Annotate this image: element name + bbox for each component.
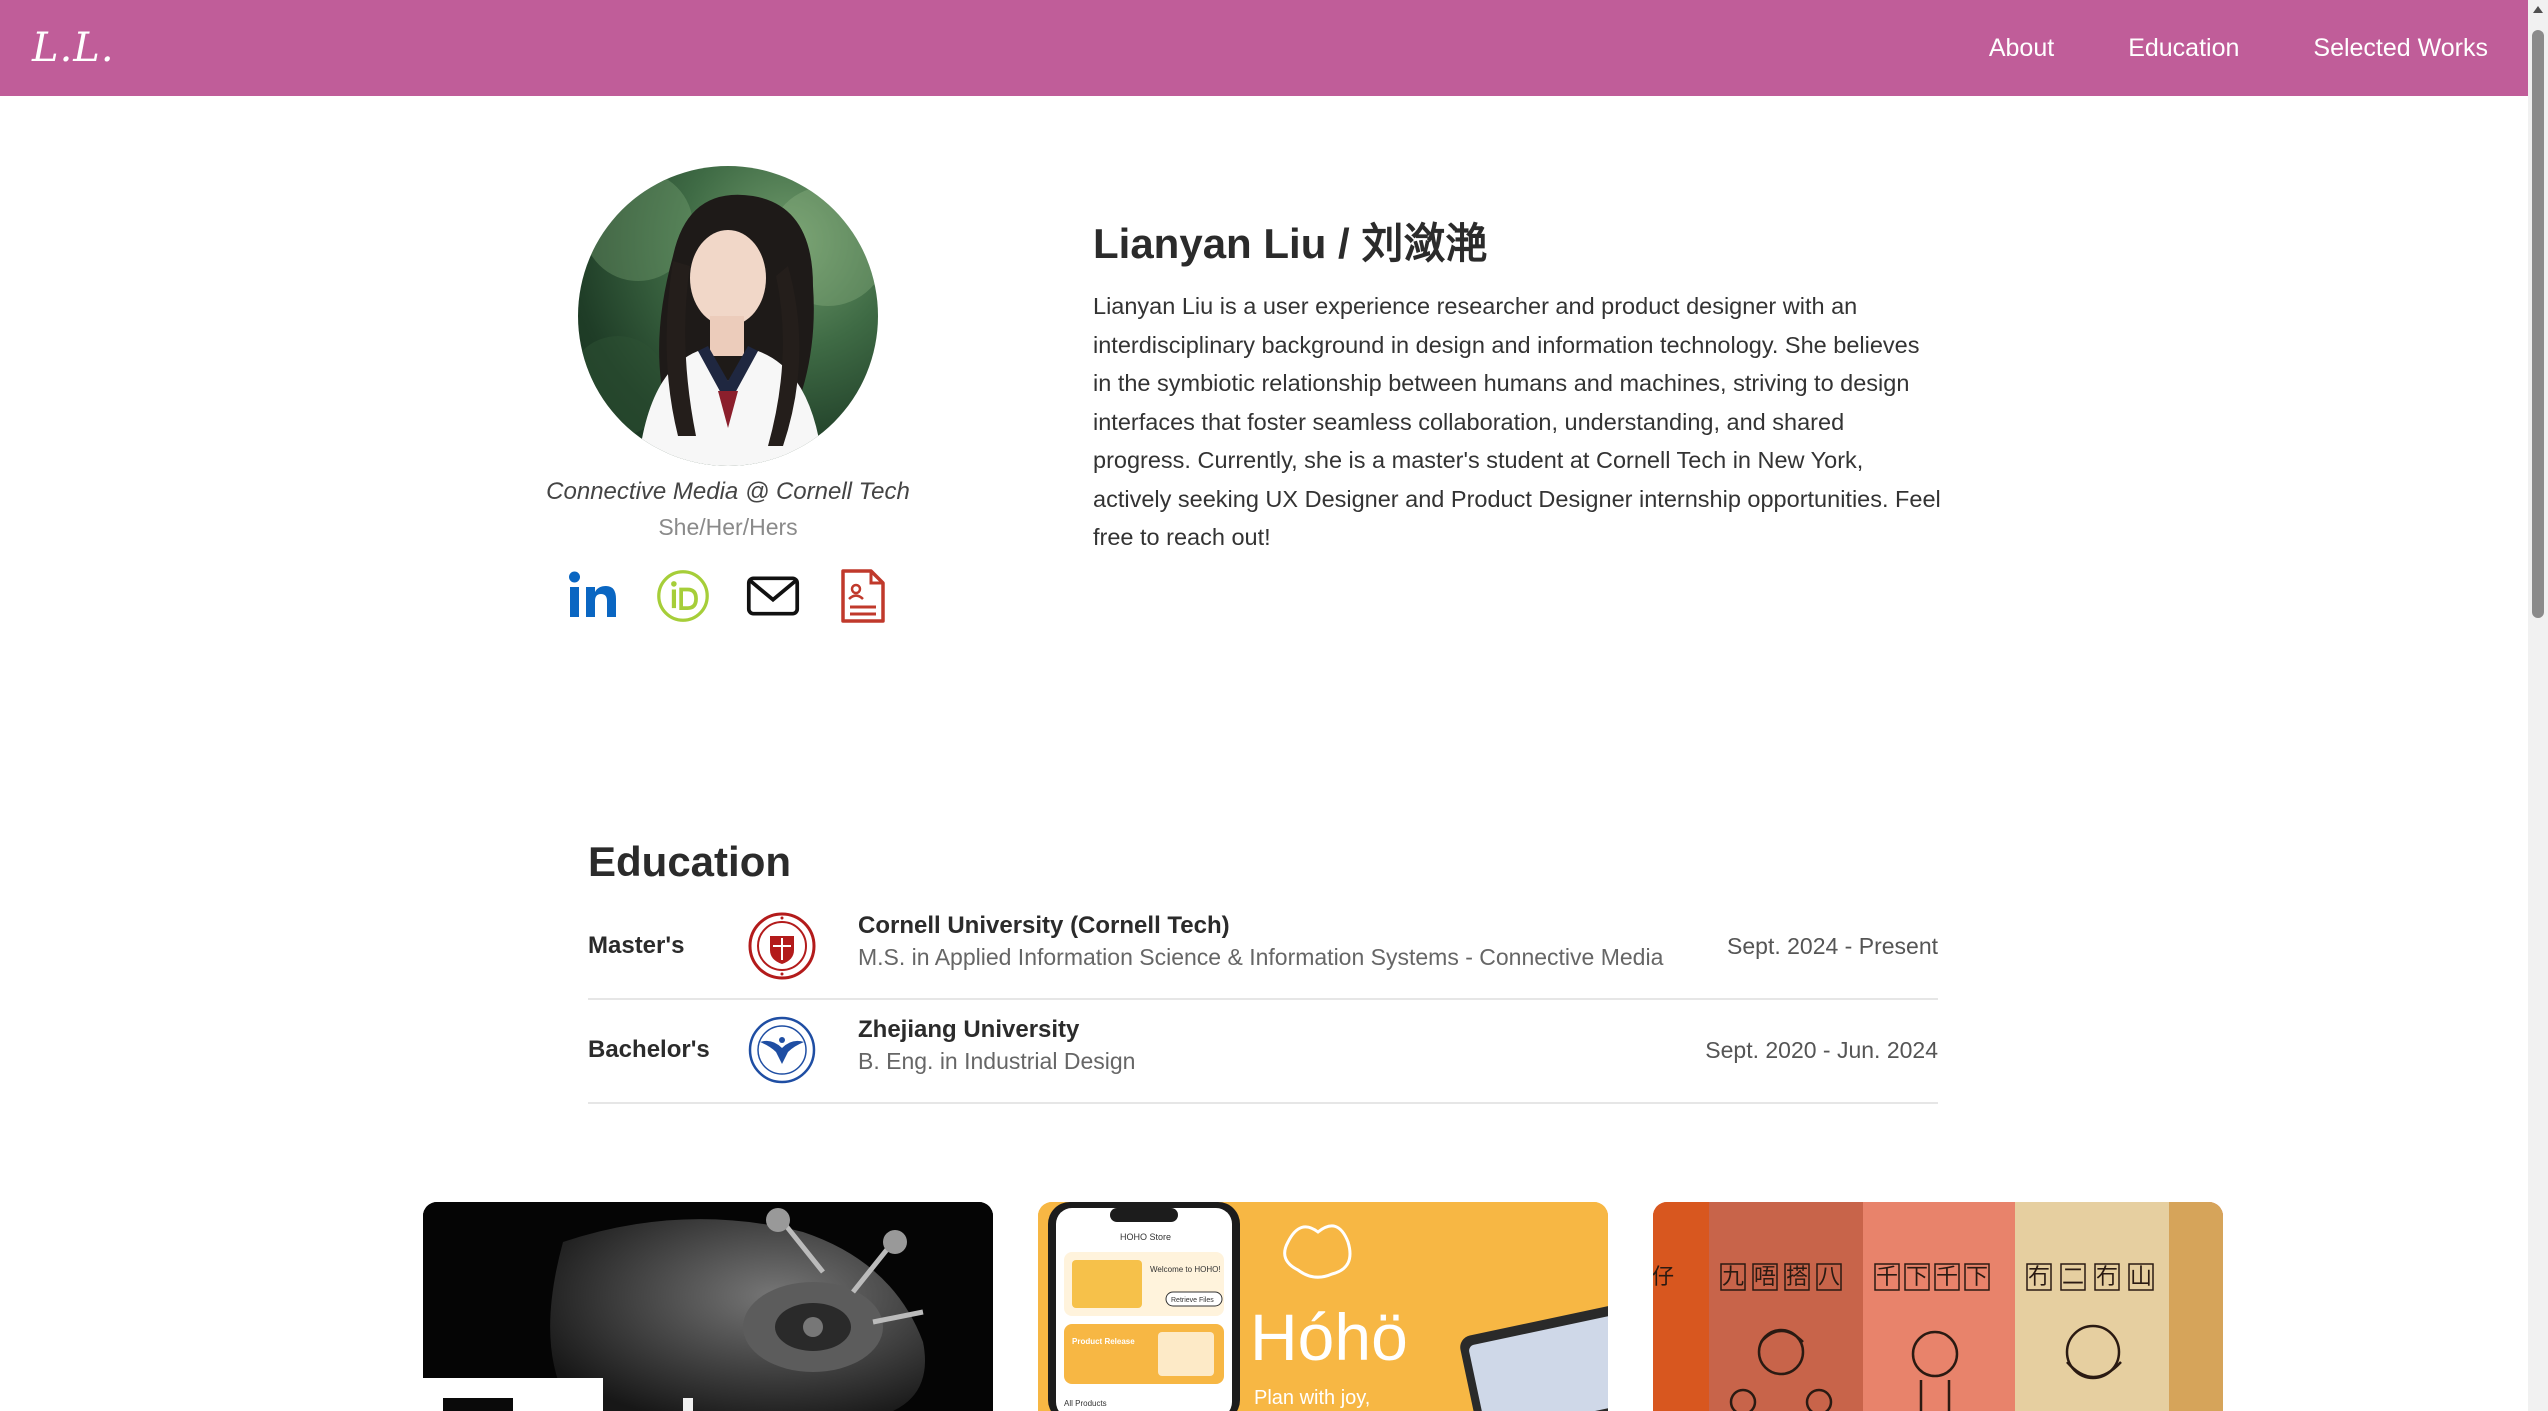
profile-name: Lianyan Liu / 刘潋滟: [1093, 220, 1488, 267]
dialect-char: 搭: [1786, 1265, 1808, 1290]
dialect-char: 千: [1936, 1265, 1958, 1290]
dialect-char: 九: [1722, 1265, 1744, 1290]
hoho-retrieve: Retrieve Files: [1171, 1297, 1214, 1304]
profile-photo-illustration: [578, 171, 878, 466]
hoho-release: Product Release: [1072, 1337, 1135, 1346]
hoho-welcome: Welcome to HOHO!: [1150, 1265, 1221, 1274]
dialect-char: 山: [2130, 1265, 2152, 1290]
linkedin-icon[interactable]: [566, 566, 620, 626]
education-heading: Education: [588, 838, 792, 885]
degree-label: Bachelor's: [588, 1036, 710, 1063]
school-name: Zhejiang University: [858, 1016, 1080, 1043]
hoho-store-title: HOHO Store: [1120, 1232, 1171, 1242]
site-logo[interactable]: L.L.: [32, 25, 115, 71]
dialect-char: 唔: [1754, 1265, 1776, 1290]
top-navbar: L.L. About Education Selected Works: [0, 0, 2528, 96]
scroll-thumb[interactable]: [2532, 30, 2544, 618]
social-links: [566, 566, 890, 626]
dialect-char: 八: [1818, 1265, 1840, 1290]
pronouns-text: She/Her/Hers: [658, 514, 798, 540]
profile-bio: Lianyan Liu is a user experience researc…: [1093, 293, 1941, 550]
zju-seal-icon: [748, 1016, 816, 1084]
study-dates: Sept. 2024 - Present: [1727, 932, 1938, 959]
work-card-hoho[interactable]: HOHO Store Welcome to HOHO! Retrieve Fil…: [1038, 1202, 1608, 1411]
program-name: M.S. in Applied Information Science & In…: [858, 944, 1664, 970]
dialect-char: 二: [2062, 1265, 2084, 1290]
dialect-char: 冇: [2096, 1265, 2118, 1290]
education-row-masters: Master's Cornell University (Cornell Tec…: [588, 894, 1938, 1000]
study-dates: Sept. 2020 - Jun. 2024: [1705, 1036, 1938, 1063]
resume-icon[interactable]: [836, 566, 890, 626]
dialect-char: 冇: [2028, 1265, 2050, 1290]
hoho-app-illustration: HOHO Store Welcome to HOHO! Retrieve Fil…: [1038, 1202, 1608, 1411]
hoho-all-products: All Products: [1064, 1399, 1107, 1408]
work-card-drone[interactable]: [423, 1202, 993, 1411]
dialect-char: 下: [1966, 1265, 1988, 1290]
page-scrollbar[interactable]: [2528, 0, 2548, 1411]
work-card-dialect[interactable]: 仔 九 唔 搭 八 千 下 千 下 冇 二 冇 山: [1653, 1202, 2223, 1411]
nav-link-education[interactable]: Education: [2128, 34, 2239, 63]
nav-link-selected-works[interactable]: Selected Works: [2313, 34, 2488, 63]
cornell-seal-icon: [748, 912, 816, 980]
school-name: Cornell University (Cornell Tech): [858, 912, 1230, 939]
profile-photo: [578, 166, 878, 466]
nav-link-about[interactable]: About: [1989, 34, 2054, 63]
email-icon[interactable]: [746, 566, 800, 626]
degree-label: Master's: [588, 932, 685, 959]
nav-links: About Education Selected Works: [1915, 34, 2488, 63]
orcid-icon[interactable]: [656, 566, 710, 626]
dialect-illustration: 仔 九 唔 搭 八 千 下 千 下 冇 二 冇 山: [1653, 1202, 2223, 1411]
hoho-tagline: Plan with joy,: [1254, 1387, 1370, 1409]
affiliation-text: Connective Media @ Cornell Tech: [546, 478, 910, 505]
scroll-up-arrow[interactable]: [2533, 6, 2543, 13]
dialect-char: 仔: [1653, 1265, 1674, 1290]
hoho-brand: Hóhö: [1250, 1300, 1408, 1374]
drone-illustration: [423, 1202, 993, 1411]
dialect-char: 千: [1876, 1265, 1898, 1290]
program-name: B. Eng. in Industrial Design: [858, 1048, 1136, 1074]
dialect-char: 下: [1906, 1265, 1928, 1290]
education-row-bachelors: Bachelor's Zhejiang University B. Eng. i…: [588, 998, 1938, 1104]
